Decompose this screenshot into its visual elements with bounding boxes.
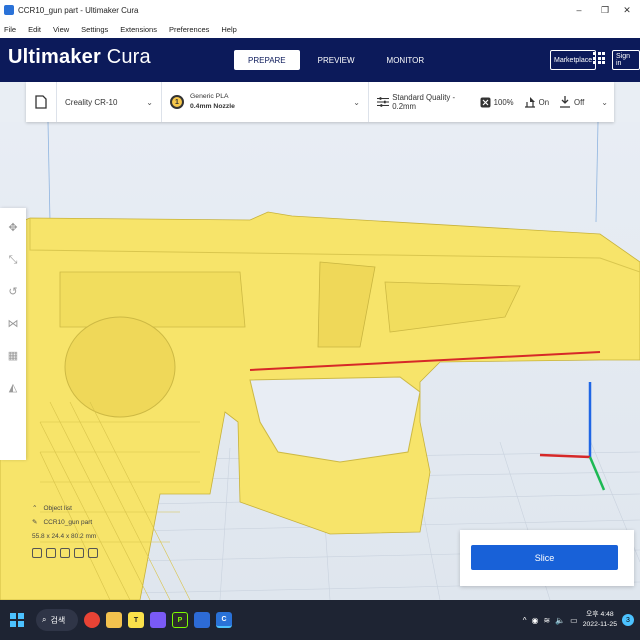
tab-monitor[interactable]: MONITOR [373,50,439,70]
support-value: On [538,97,550,107]
chevron-up-icon[interactable]: ^ [523,616,527,625]
menu-extensions[interactable]: Extensions [120,25,157,34]
material-selector[interactable]: 1 Generic PLA 0.4mm Nozzle ⌄ [162,82,368,122]
object-list-toggle[interactable]: ⌃ Object list [32,502,98,516]
object-name: CCR10_gun part [43,519,93,526]
menu-bar: File Edit View Settings Extensions Prefe… [0,20,640,38]
tray-app-icon[interactable]: ◉ [532,616,539,625]
file-explorer-icon[interactable] [106,612,122,628]
object-list-item[interactable]: ✎ CCR10_gun part [32,516,98,530]
notification-badge[interactable]: 3 [622,614,634,626]
window-title: CCR10_gun part - Ultimaker Cura [18,5,139,15]
menu-preferences[interactable]: Preferences [169,25,209,34]
logo-light-text: Cura [106,46,151,68]
system-tray: ^ ◉ ≋ 🔈 ▭ 오후 4:48 2022-11-25 3 [523,600,634,640]
cura-taskbar-icon[interactable]: C [216,612,232,628]
quality-label: Standard Quality - 0.2mm [392,93,456,111]
edit-icon: ✎ [32,519,38,526]
object-list-heading: Object list [43,505,72,512]
battery-icon[interactable]: ▭ [570,616,578,625]
window-title-bar: CCR10_gun part - Ultimaker Cura – ❐ ✕ [0,0,640,20]
taskbar-clock[interactable]: 오후 4:48 2022-11-25 [583,610,617,630]
view-left-icon[interactable] [74,548,84,558]
support-blocker-icon[interactable]: ◭ [7,382,19,394]
axis-y [588,456,606,491]
slice-button[interactable]: Slice [471,545,618,570]
rotate-icon[interactable]: ↺ [7,286,19,298]
chrome-icon[interactable] [84,612,100,628]
menu-file[interactable]: File [4,25,16,34]
search-label: 검색 [50,615,66,625]
app-header: Ultimaker Cura PREPARE PREVIEW MONITOR M… [0,38,640,82]
clock-date: 2022-11-25 [582,621,617,628]
view-orientation-buttons [32,548,98,558]
adhesion-value: Off [574,97,585,107]
stage-tabs: PREPARE PREVIEW MONITOR [234,50,438,70]
view-front-icon[interactable] [46,548,56,558]
infill-icon [480,97,491,107]
infill-value: 100% [493,97,514,107]
axis-x [539,453,591,459]
kakaotalk-icon[interactable]: T [128,612,144,628]
nozzle-icon: 1 [170,95,184,109]
close-button[interactable]: ✕ [614,0,640,20]
grid-apps-icon[interactable] [593,52,605,64]
printer-name: Creality CR-10 [65,97,118,107]
chevron-up-icon: ⌃ [32,505,38,512]
clock-time: 오후 4:48 [586,611,614,618]
windows-start-icon[interactable] [10,613,24,627]
view-top-icon[interactable] [60,548,70,558]
view-right-icon[interactable] [88,548,98,558]
mirror-icon[interactable]: ⋈ [7,318,19,330]
nozzle-size: 0.4mm Nozzle [190,103,235,110]
print-settings-selector[interactable]: Standard Quality - 0.2mm 100% On Off ⌄ [369,82,614,122]
object-list-panel: ⌃ Object list ✎ CCR10_gun part 55.8 x 24… [32,502,98,558]
minimize-button[interactable]: – [566,0,592,20]
menu-edit[interactable]: Edit [28,25,41,34]
app-icon-purple[interactable] [150,612,166,628]
open-file-button[interactable] [26,82,56,122]
menu-settings[interactable]: Settings [81,25,108,34]
wifi-icon[interactable]: ≋ [544,616,551,625]
menu-view[interactable]: View [53,25,69,34]
per-model-settings-icon[interactable]: ▦ [7,350,19,362]
printer-selector[interactable]: Creality CR-10 ⌄ [57,82,161,122]
tab-prepare[interactable]: PREPARE [234,50,300,70]
logo-bold-text: Ultimaker [8,46,101,68]
chevron-down-icon: ⌄ [146,97,153,107]
view-3d-icon[interactable] [32,548,42,558]
scale-icon[interactable]: ⤡ [7,254,19,266]
app-logo: Ultimaker Cura [8,46,151,69]
volume-icon[interactable]: 🔈 [555,616,565,625]
app-icon-blue[interactable] [194,612,210,628]
settings-sliders-icon [377,97,390,107]
menu-help[interactable]: Help [221,25,236,34]
slice-panel: Slice [460,530,634,586]
print-setup-toolbar: Creality CR-10 ⌄ 1 Generic PLA 0.4mm Noz… [26,82,614,122]
left-tool-panel: ✥ ⤡ ↺ ⋈ ▦ ◭ [0,208,26,460]
chevron-down-icon: ⌄ [353,97,360,107]
folder-icon [35,95,47,109]
material-brand: Generic PLA [190,93,229,100]
windows-taskbar: ⌕ 검색 T P C ^ ◉ ≋ 🔈 ▭ 오후 4:48 2022-11-25 … [0,600,640,640]
support-icon [524,97,535,108]
adhesion-icon [560,96,571,108]
cura-app-icon [4,5,14,15]
move-icon[interactable]: ✥ [7,222,19,234]
chevron-down-icon: ⌄ [601,97,608,107]
marketplace-button[interactable]: Marketplace [550,50,597,70]
material-info: Generic PLA 0.4mm Nozzle [190,92,235,112]
taskbar-search[interactable]: ⌕ 검색 [36,609,78,631]
tab-preview[interactable]: PREVIEW [304,50,369,70]
pycharm-icon[interactable]: P [172,612,188,628]
sign-in-button[interactable]: Sign in [612,50,640,70]
search-icon: ⌕ [42,615,47,624]
object-dimensions: 55.8 x 24.4 x 80.2 mm [32,533,97,540]
